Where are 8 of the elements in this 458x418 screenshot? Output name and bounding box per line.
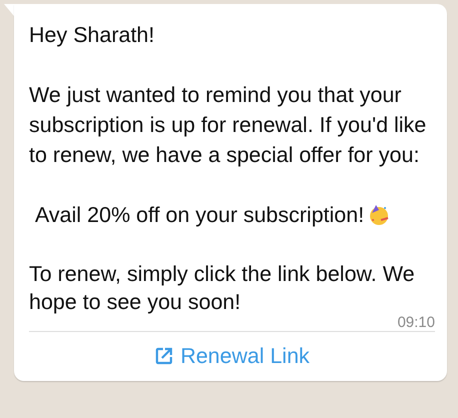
offer-text: Avail 20% off on your subscription! <box>34 202 364 229</box>
external-link-icon <box>154 346 174 366</box>
message-text: We just wanted to remind you that your subscription is up for renewal. If you'd like to renew, we have a special offer for you: <box>29 82 428 169</box>
message-text: To renew, simply click the link below. We hope to see you soon! <box>29 261 416 316</box>
message-text: Hey Sharath! <box>29 22 156 49</box>
party-face-icon <box>368 204 390 226</box>
renewal-link-button[interactable]: Renewal Link <box>150 332 314 380</box>
timestamp: 09:10 <box>397 316 435 329</box>
